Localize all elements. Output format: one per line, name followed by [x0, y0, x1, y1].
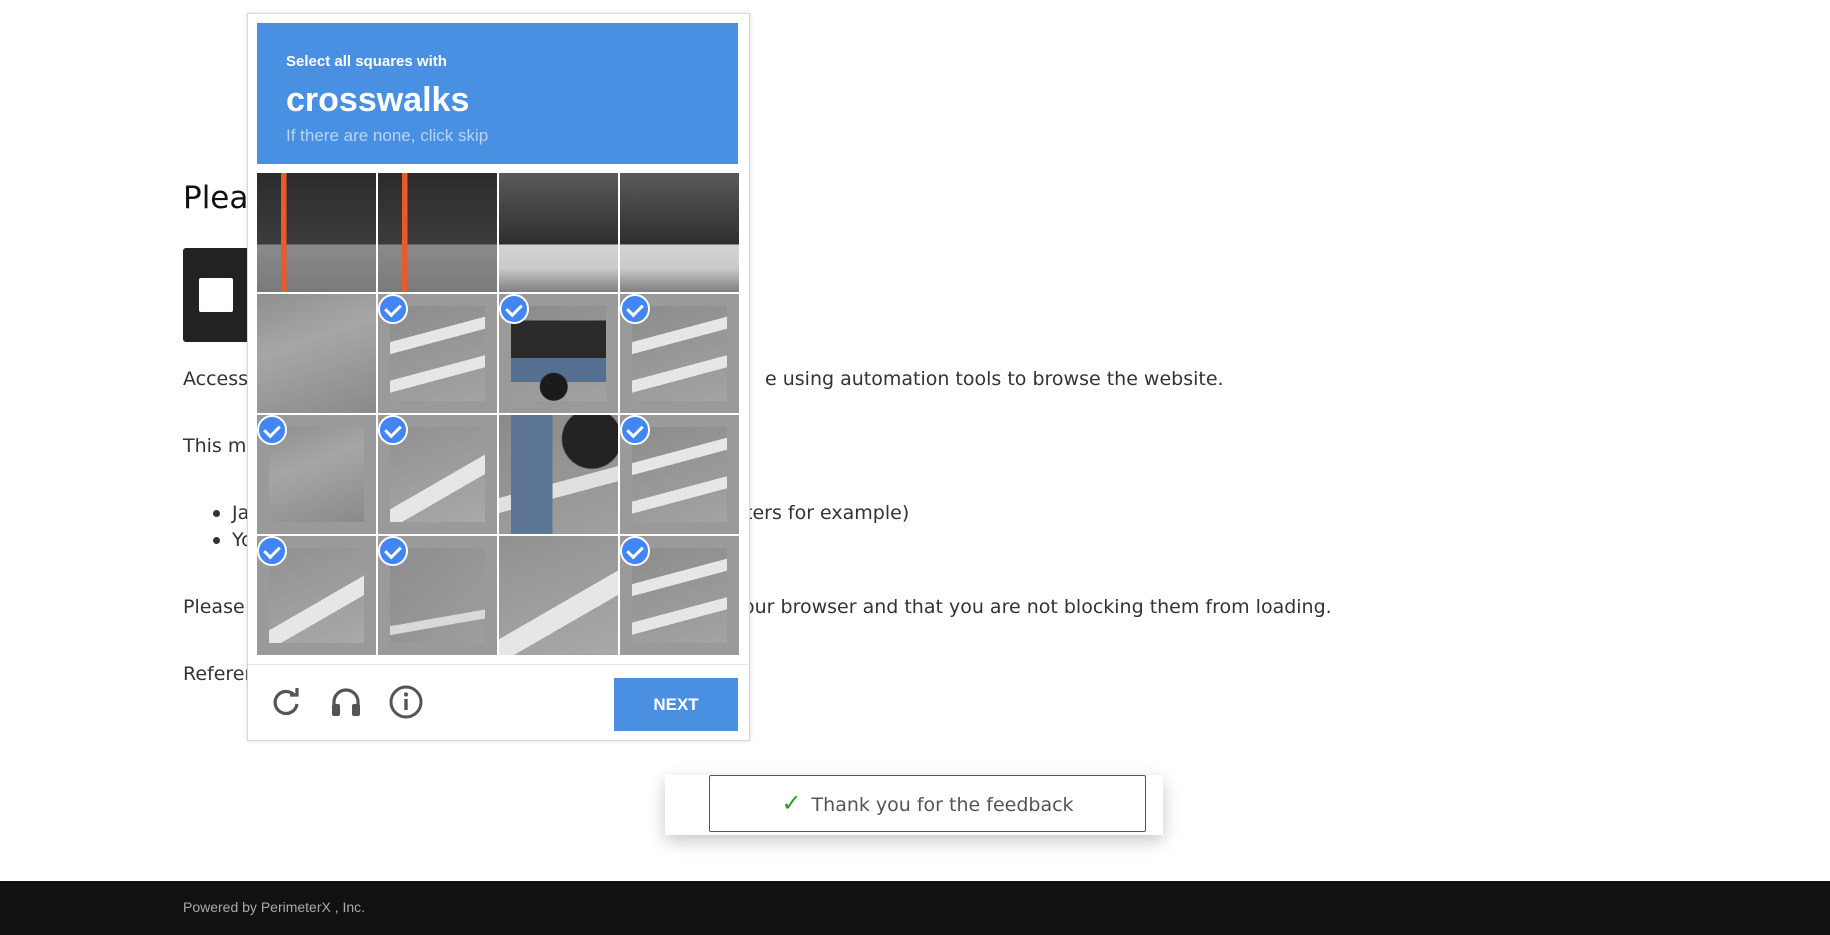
press-square-icon — [199, 278, 233, 312]
captcha-challenge: Select all squares with crosswalks If th… — [247, 13, 750, 741]
selected-check-icon — [257, 415, 287, 445]
captcha-tile[interactable] — [620, 294, 739, 413]
tile-image — [257, 294, 376, 413]
captcha-tile[interactable] — [378, 294, 497, 413]
access-text-right: e using automation tools to browse the w… — [765, 368, 1224, 390]
captcha-tile[interactable] — [257, 536, 376, 655]
tile-image — [632, 548, 727, 643]
selected-check-icon — [257, 536, 287, 566]
reference-text-left: Referen — [183, 663, 257, 685]
captcha-hint: If there are none, click skip — [286, 126, 489, 145]
tile-image — [632, 306, 727, 401]
selected-check-icon — [499, 294, 529, 324]
tile-image — [511, 306, 606, 401]
captcha-tile[interactable] — [499, 173, 618, 292]
tile-image — [390, 427, 485, 522]
please-text-left: Please — [183, 596, 245, 618]
selected-check-icon — [378, 536, 408, 566]
tile-image — [257, 173, 376, 292]
tile-image — [620, 173, 739, 292]
checkmark-icon: ✓ — [781, 789, 802, 817]
bullet-dot — [213, 510, 220, 517]
tile-image — [390, 306, 485, 401]
captcha-tile[interactable] — [378, 536, 497, 655]
captcha-header: Select all squares with crosswalks If th… — [257, 23, 738, 164]
captcha-tile[interactable] — [499, 415, 618, 534]
tile-image — [632, 427, 727, 522]
captcha-tile[interactable] — [257, 294, 376, 413]
tile-image — [269, 548, 364, 643]
captcha-tile[interactable] — [620, 536, 739, 655]
captcha-tile[interactable] — [499, 536, 618, 655]
tile-image — [499, 536, 618, 655]
audio-icon[interactable] — [328, 684, 364, 720]
captcha-tile[interactable] — [378, 173, 497, 292]
selected-check-icon — [620, 294, 650, 324]
info-icon[interactable] — [388, 684, 424, 720]
tile-image — [390, 548, 485, 643]
tile-image — [269, 427, 364, 522]
feedback-message: Thank you for the feedback — [811, 794, 1074, 816]
selected-check-icon — [378, 415, 408, 445]
captcha-tile[interactable] — [620, 173, 739, 292]
bullet-1-right: ters for example) — [745, 502, 910, 524]
bullet-dot — [213, 537, 220, 544]
feedback-message-box: ✓ Thank you for the feedback — [709, 775, 1146, 832]
reload-icon[interactable] — [268, 684, 304, 720]
selected-check-icon — [378, 294, 408, 324]
captcha-instruction: Select all squares with — [286, 53, 447, 70]
captcha-tile[interactable] — [620, 415, 739, 534]
footer-text: Powered by PerimeterX , Inc. — [183, 899, 366, 915]
feedback-toast: ✓ Thank you for the feedback — [665, 775, 1163, 835]
please-text-right: our browser and that you are not blockin… — [743, 596, 1332, 618]
captcha-tile[interactable] — [257, 173, 376, 292]
captcha-object: crosswalks — [286, 81, 470, 119]
selected-check-icon — [620, 415, 650, 445]
captcha-tile[interactable] — [499, 294, 618, 413]
tile-image — [378, 173, 497, 292]
captcha-image-grid — [257, 173, 740, 656]
captcha-tile[interactable] — [378, 415, 497, 534]
tile-image — [499, 415, 618, 534]
selected-check-icon — [620, 536, 650, 566]
next-button[interactable]: NEXT — [614, 678, 738, 731]
tile-image — [499, 173, 618, 292]
captcha-divider — [248, 664, 749, 665]
footer: Powered by PerimeterX , Inc. — [0, 881, 1830, 935]
captcha-tile[interactable] — [257, 415, 376, 534]
access-text-left: Access — [183, 368, 249, 390]
